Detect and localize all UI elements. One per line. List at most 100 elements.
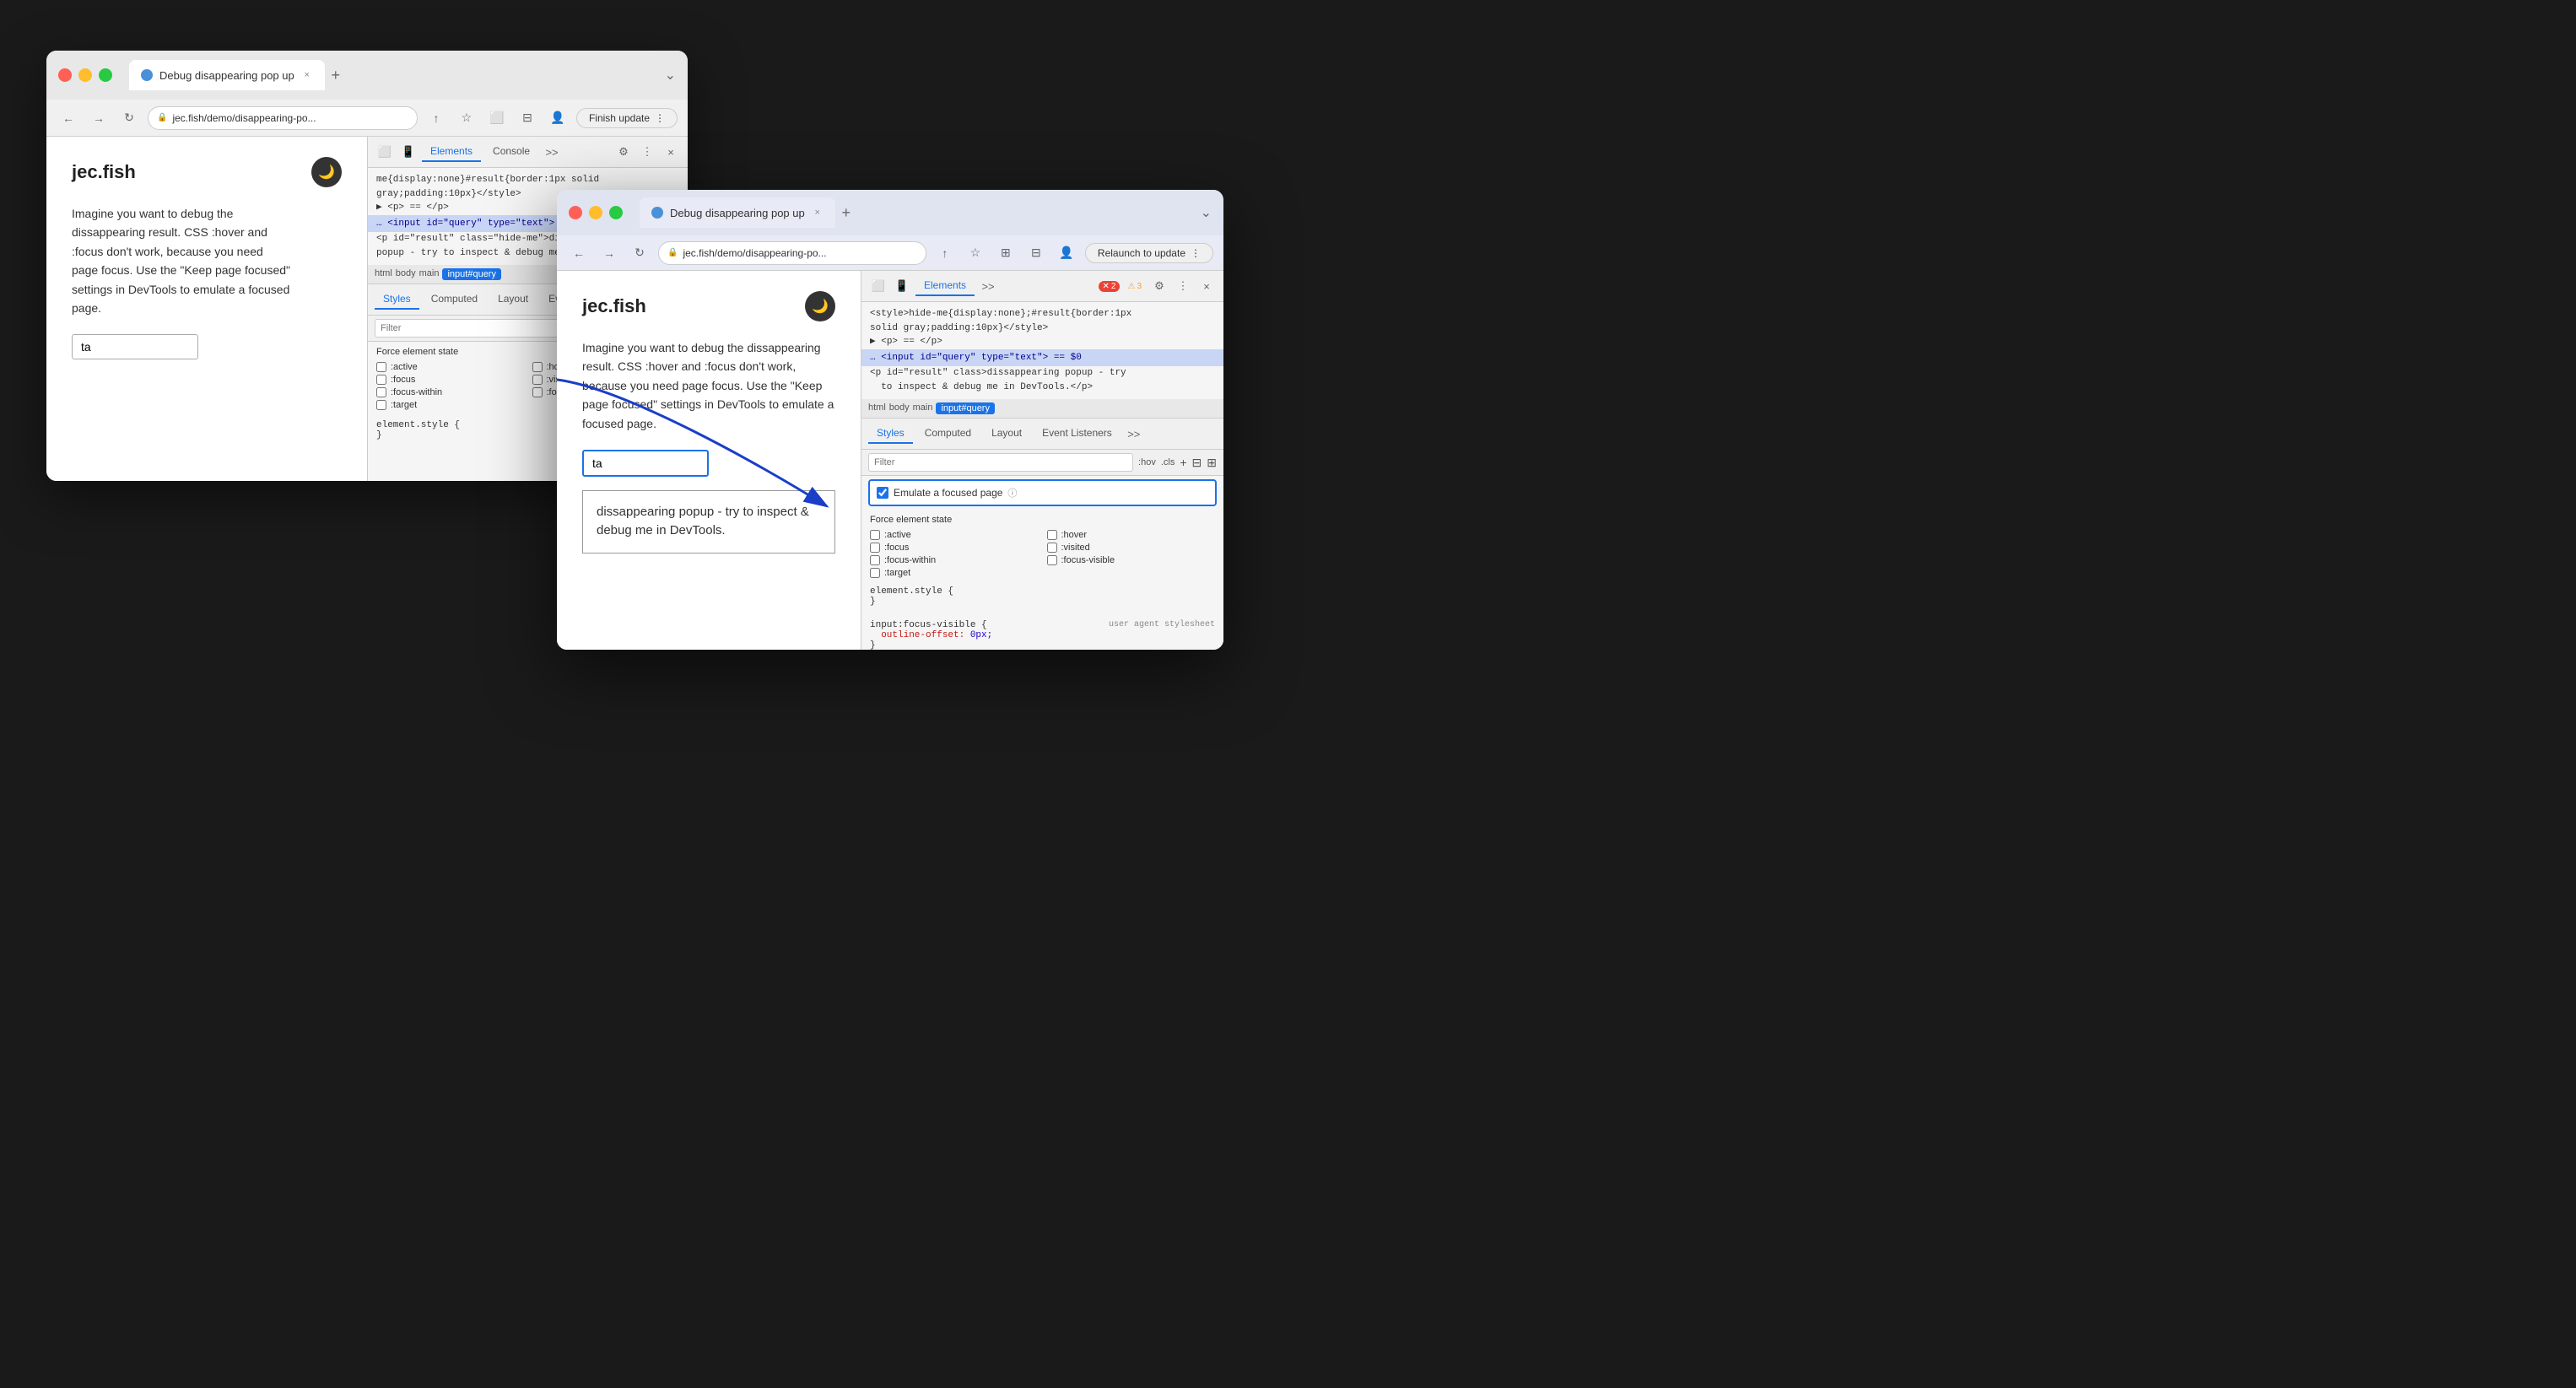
device-icon-2[interactable]: 📱 (892, 276, 912, 296)
bookmark-button-2[interactable]: ☆ (964, 241, 987, 265)
more-options-icon-2[interactable]: ⋮ (1173, 276, 1193, 296)
layout-tab-2[interactable]: Layout (983, 424, 1030, 444)
more-tabs-icon-styles-2[interactable]: >> (1124, 424, 1144, 444)
state-visited-checkbox-1[interactable] (532, 375, 543, 385)
state-active-checkbox-2[interactable] (870, 530, 880, 540)
dark-mode-toggle-2[interactable]: 🌙 (805, 291, 835, 321)
device-icon-1[interactable]: 📱 (398, 142, 419, 162)
cls-button-2[interactable]: .cls (1161, 457, 1175, 467)
state-hover-checkbox-2[interactable] (1047, 530, 1057, 540)
state-focus-within-checkbox-1[interactable] (376, 387, 386, 397)
new-tab-button-2[interactable]: + (835, 202, 857, 224)
breadcrumb-html-2[interactable]: html (868, 402, 886, 414)
more-options-icon-1[interactable]: ⋮ (637, 142, 657, 162)
breadcrumb-input-1[interactable]: input#query (442, 268, 501, 280)
refresh-button-2[interactable]: ↻ (628, 241, 651, 265)
state-focus-visible-checkbox-1[interactable] (532, 387, 543, 397)
maximize-button-2[interactable] (609, 206, 623, 219)
breadcrumb-html-1[interactable]: html (375, 268, 392, 280)
inspect-icon-2[interactable]: ⬜ (868, 276, 888, 296)
split-view-button-1[interactable]: ⊟ (516, 106, 539, 130)
computed-tab-2[interactable]: Computed (916, 424, 980, 444)
layout-tab-1[interactable]: Layout (489, 289, 537, 310)
breadcrumb-body-2[interactable]: body (889, 402, 910, 414)
hov-button-2[interactable]: :hov (1138, 457, 1156, 467)
state-active-checkbox-1[interactable] (376, 362, 386, 372)
layout-icon-2[interactable]: ⊞ (1207, 456, 1217, 470)
devtools-panel-2: ⬜ 📱 Elements >> ✕ 2 ⚠ 3 ⚙ ⋮ × (861, 271, 1223, 650)
state-focus-within-checkbox-2[interactable] (870, 555, 880, 565)
relaunch-update-button[interactable]: Relaunch to update ⋮ (1085, 243, 1213, 263)
active-tab-2[interactable]: Debug disappearing pop up × (640, 197, 835, 228)
code-line-2-2: solid gray;padding:10px}</style> (870, 321, 1215, 336)
minimize-button-1[interactable] (78, 68, 92, 82)
breadcrumb-main-2[interactable]: main (913, 402, 933, 414)
tab-close-1[interactable]: × (301, 69, 313, 81)
console-tab-1[interactable]: Console (484, 142, 538, 162)
extensions-button-1[interactable]: ⬜ (485, 106, 509, 130)
close-button-1[interactable] (58, 68, 72, 82)
tab-menu-2[interactable]: ⌄ (1201, 204, 1212, 221)
event-listeners-tab-2[interactable]: Event Listeners (1034, 424, 1121, 444)
profile-button-2[interactable]: 👤 (1055, 241, 1078, 265)
state-focus-checkbox-2[interactable] (870, 543, 880, 553)
close-devtools-2[interactable]: × (1196, 276, 1217, 296)
state-target-checkbox-2[interactable] (870, 568, 880, 578)
more-tabs-icon-1[interactable]: >> (542, 142, 562, 162)
active-tab-1[interactable]: Debug disappearing pop up × (129, 60, 325, 90)
state-visited-checkbox-2[interactable] (1047, 543, 1057, 553)
maximize-button-1[interactable] (99, 68, 112, 82)
bookmark-button-1[interactable]: ☆ (455, 106, 478, 130)
elements-tab-2[interactable]: Elements (915, 276, 975, 296)
dark-mode-toggle-1[interactable]: 🌙 (311, 157, 342, 187)
styles-tab-1[interactable]: Styles (375, 289, 419, 310)
share-button-2[interactable]: ↑ (933, 241, 957, 265)
state-focus-checkbox-1[interactable] (376, 375, 386, 385)
more-tabs-icon-2[interactable]: >> (978, 276, 998, 296)
refresh-button-1[interactable]: ↻ (117, 106, 141, 130)
profile-button-1[interactable]: 👤 (546, 106, 570, 130)
browser-window-2: Debug disappearing pop up × + ⌄ ← → ↻ 🔒 … (557, 190, 1223, 650)
back-button-1[interactable]: ← (57, 106, 80, 130)
split-view-button-2[interactable]: ⊟ (1024, 241, 1048, 265)
tab-menu-1[interactable]: ⌄ (665, 67, 676, 84)
back-button-2[interactable]: ← (567, 241, 591, 265)
settings-icon-2[interactable]: ⚙ (1149, 276, 1169, 296)
computed-tab-1[interactable]: Computed (423, 289, 486, 310)
state-target-checkbox-1[interactable] (376, 400, 386, 410)
emulate-focused-help-icon[interactable]: ⓘ (1007, 486, 1017, 500)
styles-filter-2[interactable] (868, 453, 1133, 472)
state-hover-checkbox-1[interactable] (532, 362, 543, 372)
breadcrumb-main-1[interactable]: main (419, 268, 440, 280)
state-focus-visible-checkbox-2[interactable] (1047, 555, 1057, 565)
share-button-1[interactable]: ↑ (424, 106, 448, 130)
styles-tab-2[interactable]: Styles (868, 424, 913, 444)
query-input-1[interactable] (72, 334, 198, 359)
lock-icon-2: 🔒 (667, 248, 678, 257)
new-tab-button-1[interactable]: + (325, 64, 347, 86)
url-bar-2[interactable]: 🔒 jec.fish/demo/disappearing-po... (658, 241, 926, 265)
close-devtools-1[interactable]: × (661, 142, 681, 162)
forward-button-2[interactable]: → (597, 241, 621, 265)
url-bar-1[interactable]: 🔒 jec.fish/demo/disappearing-po... (148, 106, 418, 130)
add-css-icon-2[interactable]: ⊟ (1192, 456, 1202, 470)
query-input-2[interactable] (582, 450, 709, 477)
minimize-button-2[interactable] (589, 206, 602, 219)
tab-close-2[interactable]: × (812, 207, 824, 219)
add-style-icon-2[interactable]: + (1180, 456, 1186, 469)
state-target-1: :target (376, 400, 524, 410)
forward-button-1[interactable]: → (87, 106, 111, 130)
close-button-2[interactable] (569, 206, 582, 219)
emulate-focused-checkbox[interactable] (877, 487, 888, 499)
state-target-label-2: :target (884, 568, 910, 578)
state-visited-label-2: :visited (1061, 543, 1090, 553)
elements-tab-1[interactable]: Elements (422, 142, 481, 162)
state-target-2: :target (870, 568, 1039, 578)
inspect-icon-1[interactable]: ⬜ (375, 142, 395, 162)
settings-icon-1[interactable]: ⚙ (613, 142, 634, 162)
code-line-selected-2[interactable]: … <input id="query" type="text"> == $0 (861, 349, 1223, 367)
extensions-button-2[interactable]: ⊞ (994, 241, 1018, 265)
finish-update-button[interactable]: Finish update ⋮ (576, 108, 678, 128)
breadcrumb-input-2[interactable]: input#query (936, 402, 995, 414)
breadcrumb-body-1[interactable]: body (396, 268, 416, 280)
